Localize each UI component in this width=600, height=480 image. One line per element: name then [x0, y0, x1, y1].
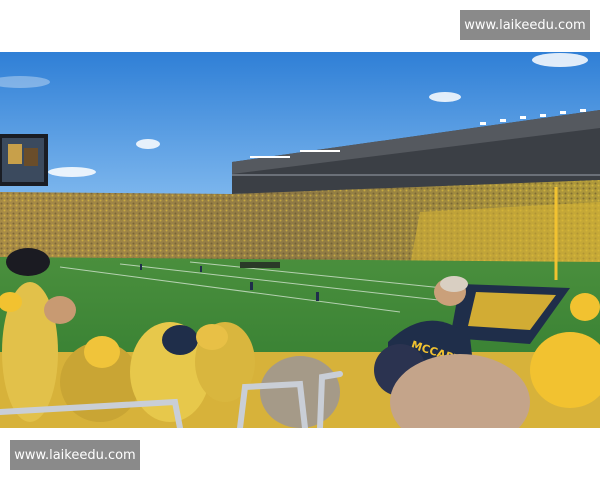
watermark-bottom: www.laikeedu.com: [10, 440, 140, 470]
watermark-top: www.laikeedu.com: [460, 10, 590, 40]
video-scoreboard: [0, 134, 48, 186]
stadium-photo: MCCARTNEY: [0, 52, 600, 428]
